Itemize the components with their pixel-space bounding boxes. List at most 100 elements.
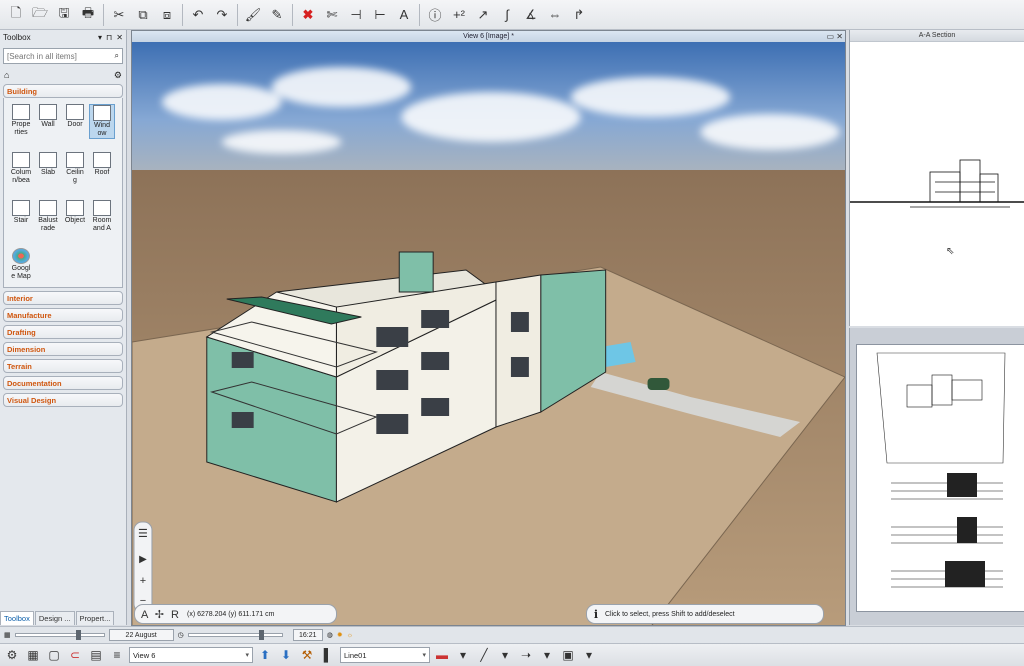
line-color-icon[interactable]: ▌ [319,646,337,664]
grid-icon[interactable]: ▦ [24,646,42,664]
cut-icon[interactable]: ✂ [107,3,131,27]
curve-tool-icon[interactable]: ∫ [495,3,519,27]
open-icon[interactable]: 🗁 [28,3,52,27]
paste-icon[interactable]: ⧈ [155,3,179,27]
tool-column-beam[interactable]: Colum n/bea [8,152,34,185]
search-input[interactable] [7,51,107,61]
view-window-controls[interactable]: ▭ ✕ [827,31,844,42]
close-view-icon[interactable]: ✕ [836,32,843,41]
dropdown-icon[interactable]: ▾ [580,646,598,664]
line-tool-icon[interactable]: ╱ [475,646,493,664]
category-interior[interactable]: Interior [3,291,123,305]
material-icon[interactable]: ▬ [433,646,451,664]
view-select[interactable]: View 6 ▾ [129,647,253,663]
panel-tab-0[interactable]: Toolbox [0,611,34,625]
tool-balustrade[interactable]: Balust rade [35,200,61,233]
graph-tool-icon[interactable]: ↱ [567,3,591,27]
toolbar-separator [237,3,238,26]
extend-icon[interactable]: ⊣ [344,3,368,27]
tool-google-map[interactable]: Googl e Map [8,248,34,281]
restore-icon[interactable]: ▭ [827,32,835,41]
wall-icon [39,104,57,120]
dropdown-icon[interactable]: ▾ [454,646,472,664]
tool-object[interactable]: Object [62,200,88,225]
toolbox-header: Toolbox ▾ ⊓ ✕ [0,30,126,44]
pin-panel-icon[interactable]: ⊓ [106,33,112,42]
pin-icon[interactable]: ▾ [98,33,102,42]
tool-room-and-area[interactable]: Room and A [89,200,115,233]
search-icon[interactable]: ⌕ [115,51,119,61]
tool-ceiling[interactable]: Ceilin g [62,152,88,185]
section-title: A-A Section [850,30,1024,42]
gear-icon[interactable]: ⚙ [114,70,122,81]
arc-tool-icon[interactable]: ↗ [471,3,495,27]
category-drafting[interactable]: Drafting [3,325,123,339]
line-style-select[interactable]: Line01 ▾ [340,647,430,663]
tool-roof[interactable]: Roof [89,152,115,177]
category-terrain[interactable]: Terrain [3,359,123,373]
save-icon[interactable]: 🖫 [52,3,76,27]
time-field[interactable]: 16:21 [292,629,323,641]
move-down-icon[interactable]: ⬇ [277,646,295,664]
settings-gear-icon[interactable]: ⚙ [3,646,21,664]
ruler-icon[interactable]: ▤ [87,646,105,664]
tool-stair[interactable]: Stair [8,200,34,225]
brush-icon[interactable]: 🖌 [241,3,265,27]
tool-properties[interactable]: Prope rties [8,104,34,137]
globe-icon[interactable]: ◍ [327,631,333,639]
time-slider[interactable] [187,630,283,640]
panel-tabs: Toolbox Design ... Propert... [0,611,127,625]
new-icon[interactable]: 🗋 [4,3,28,27]
snap-tools-icon[interactable]: A ✢ R [141,608,181,621]
sun-settings-icon[interactable]: ☼ [347,632,353,639]
info-icon[interactable]: i [587,608,605,621]
hammer-3d-icon[interactable]: ⚒ [298,646,316,664]
tool-label: Roof [94,169,110,176]
section-view[interactable]: A-A Section ⇖ [849,30,1024,326]
render-scene[interactable]: ☰ ▶ + − [132,42,845,626]
align-icon[interactable]: ⊢ [368,3,392,27]
slab-icon [39,152,57,168]
home-icon[interactable]: ⌂ [4,70,9,80]
delete-icon[interactable]: ✖ [296,3,320,27]
layout-sheet-view[interactable] [849,328,1024,625]
category-building[interactable]: Building [3,84,123,98]
search-box[interactable]: ⌕ [3,48,123,64]
tool-wall[interactable]: Wall [35,104,61,129]
sun-icon[interactable]: ✹ [337,631,343,639]
panel-tab-2[interactable]: Propert... [75,611,115,625]
trim-icon[interactable]: ✄ [320,3,344,27]
move-up-icon[interactable]: ⬆ [256,646,274,664]
tool-slab[interactable]: Slab [35,152,61,177]
category-manufacture[interactable]: Manufacture [3,308,123,322]
magnet-icon[interactable]: ⊂ [66,646,84,664]
date-field[interactable]: 22 August [108,629,174,641]
category-documentation[interactable]: Documentation [3,376,123,390]
frame-icon[interactable]: ▣ [559,646,577,664]
arrows-tool-icon[interactable]: ⇔ [543,3,567,27]
dropdown-icon[interactable]: ▾ [496,646,514,664]
tool-door[interactable]: Door [62,104,88,129]
layers-icon[interactable]: ≡ [108,646,126,664]
angle-tool-icon[interactable]: ∡ [519,3,543,27]
dropdown-icon[interactable]: ▾ [538,646,556,664]
view-3d[interactable]: View 6 [Image] * ▭ ✕ ☰ ▶ + − A ✢ R (x) 6… [131,30,846,626]
text-icon[interactable]: A [392,3,416,27]
pen-icon[interactable]: ✎ [265,3,289,27]
calendar-icon[interactable]: ▦ [4,631,11,639]
category-dimension[interactable]: Dimension [3,342,123,356]
add-point-icon[interactable]: +² [447,3,471,27]
panel-tab-1[interactable]: Design ... [34,611,75,625]
print-icon[interactable]: 🖶 [76,3,100,27]
arrow-tool-icon[interactable]: ➝ [517,646,535,664]
page-icon[interactable]: ▢ [45,646,63,664]
undo-icon[interactable]: ↶ [186,3,210,27]
clock-icon[interactable]: ◷ [178,631,184,639]
date-slider[interactable] [14,630,105,640]
close-icon[interactable]: ✕ [116,33,123,42]
info-icon[interactable]: ⓘ [423,3,447,27]
tool-window[interactable]: Wind ow [89,104,115,139]
redo-icon[interactable]: ↷ [210,3,234,27]
copy-icon[interactable]: ⧉ [131,3,155,27]
category-visual-design[interactable]: Visual Design [3,393,123,407]
